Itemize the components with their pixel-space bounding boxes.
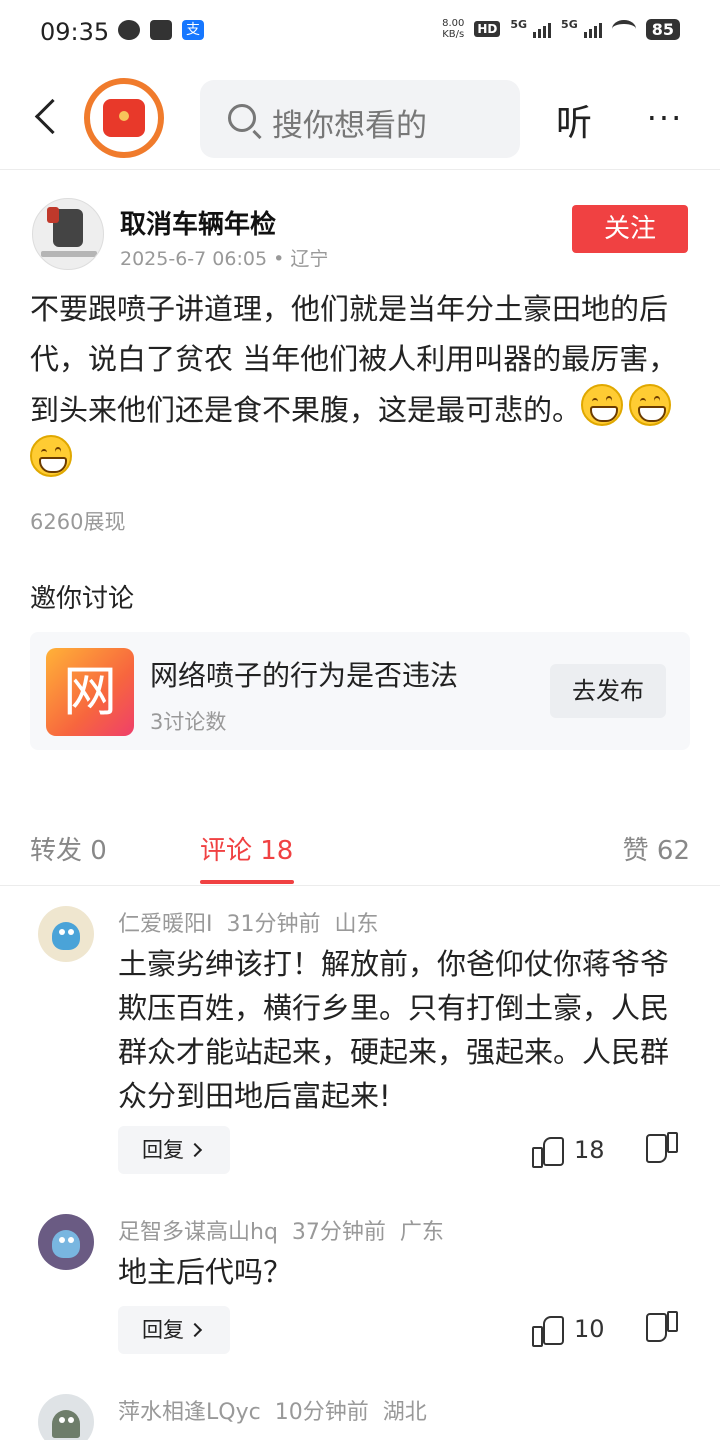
commenter-name[interactable]: 足智多谋高山hq <box>118 1220 278 1245</box>
comment-text: 土豪劣绅该打！解放前，你爸仰仗你蒋爷爷欺压百姓，横行乡里。只有打倒土豪，人民群众… <box>118 947 670 1113</box>
mail-icon <box>150 20 172 40</box>
commenter-avatar[interactable] <box>38 906 94 962</box>
status-bar: 09:35 支 8.00 KB/s HD 5G 5G 85 <box>0 0 720 66</box>
notification-icons: 支 <box>118 20 204 40</box>
dislike-icon[interactable] <box>648 1314 678 1344</box>
avatar-tree <box>52 1410 80 1438</box>
commenter-name[interactable]: 仁爱暖阳I <box>118 912 213 937</box>
chevron-right-icon <box>187 1322 203 1338</box>
5g-label: 5G <box>510 18 528 31</box>
tab-repost[interactable]: 转发 0 <box>30 830 107 867</box>
red-envelope-inner <box>103 99 145 137</box>
commenter-avatar[interactable] <box>38 1214 94 1270</box>
like-icon[interactable] <box>532 1135 564 1168</box>
5g-label-2: 5G <box>561 18 578 31</box>
discussion-topic-card[interactable]: 网 网络喷子的行为是否违法 3讨论数 去发布 <box>30 632 690 750</box>
reply-label: 回复 <box>142 1318 184 1342</box>
comment-header: 足智多谋高山hq 37分钟前 广东 <box>118 1214 458 1246</box>
system-indicators: 8.00 KB/s HD 5G 5G 85 <box>442 18 680 40</box>
search-input[interactable]: 搜你想看的 <box>200 80 520 158</box>
avatar-caption <box>41 251 97 257</box>
like-icon[interactable] <box>532 1314 564 1347</box>
reply-label: 回复 <box>142 1138 184 1162</box>
author-avatar[interactable] <box>32 198 104 270</box>
signal-icon-2 <box>583 20 602 38</box>
chevron-right-icon <box>187 1142 203 1158</box>
avatar-figure <box>47 207 83 247</box>
comment-region: 山东 <box>334 912 379 937</box>
search-placeholder: 搜你想看的 <box>272 108 427 144</box>
back-button[interactable] <box>30 96 66 140</box>
active-tab-indicator <box>200 880 294 884</box>
more-options-button[interactable]: ··· <box>640 96 690 140</box>
network-speed: 8.00 KB/s <box>442 18 465 40</box>
top-nav-bar: 搜你想看的 听 ··· <box>0 66 720 170</box>
battery-icon: 85 <box>645 18 680 40</box>
comment-time: 37分钟前 <box>291 1220 386 1245</box>
comment-header: 萍水相逢LQyc 10分钟前 湖北 <box>118 1394 441 1426</box>
publish-button[interactable]: 去发布 <box>550 664 666 718</box>
follow-button[interactable]: 关注 <box>572 205 688 253</box>
view-count: 6260展现 <box>30 510 126 534</box>
avatar-creature <box>52 922 80 950</box>
comment-header: 仁爱暖阳I 31分钟前 山东 <box>118 906 393 938</box>
like-count: 10 <box>574 1315 605 1343</box>
listen-button[interactable]: 听 <box>556 94 592 146</box>
comment-time: 31分钟前 <box>226 912 321 937</box>
message-icon <box>118 20 140 40</box>
search-icon <box>228 104 256 132</box>
commenter-avatar[interactable] <box>38 1394 94 1440</box>
post-body: 不要跟喷子讲道理，他们就是当年分土豪田地的后代，说白了贫农 当年他们被人利用叫器… <box>30 284 692 486</box>
reply-button[interactable]: 回复 <box>118 1306 230 1354</box>
alipay-icon: 支 <box>182 20 204 40</box>
grin-emoji-icon <box>629 384 672 426</box>
dislike-icon[interactable] <box>648 1135 678 1165</box>
topic-title: 网络喷子的行为是否违法 <box>150 659 459 692</box>
comment-region: 湖北 <box>382 1400 427 1425</box>
red-envelope-icon[interactable] <box>84 78 164 158</box>
comment-region: 广东 <box>399 1220 444 1245</box>
topic-count: 3讨论数 <box>150 710 227 734</box>
topic-icon: 网 <box>46 648 134 736</box>
commenter-name[interactable]: 萍水相逢LQyc <box>118 1400 261 1425</box>
status-time: 09:35 <box>40 18 110 46</box>
post-meta: 2025-6-7 06:05 • 辽宁 <box>120 248 329 270</box>
comment-time: 10分钟前 <box>274 1400 369 1425</box>
author-name[interactable]: 取消车辆年检 <box>120 204 276 241</box>
avatar-creature <box>52 1230 80 1258</box>
wifi-icon <box>611 20 636 38</box>
invite-discussion-title: 邀你讨论 <box>30 584 135 614</box>
grin-emoji-icon <box>30 435 72 477</box>
hd-icon: HD <box>474 21 501 37</box>
interaction-tabs: 转发 0 评论 18 赞 62 <box>0 810 720 886</box>
signal-icon <box>533 20 552 38</box>
reply-button[interactable]: 回复 <box>118 1126 230 1174</box>
tab-likes[interactable]: 赞 62 <box>623 830 690 867</box>
tab-comments[interactable]: 评论 18 <box>200 830 293 867</box>
like-count: 18 <box>574 1136 605 1164</box>
comment-text: 地主后代吗？ <box>118 1255 293 1289</box>
grin-emoji-icon <box>581 384 624 426</box>
